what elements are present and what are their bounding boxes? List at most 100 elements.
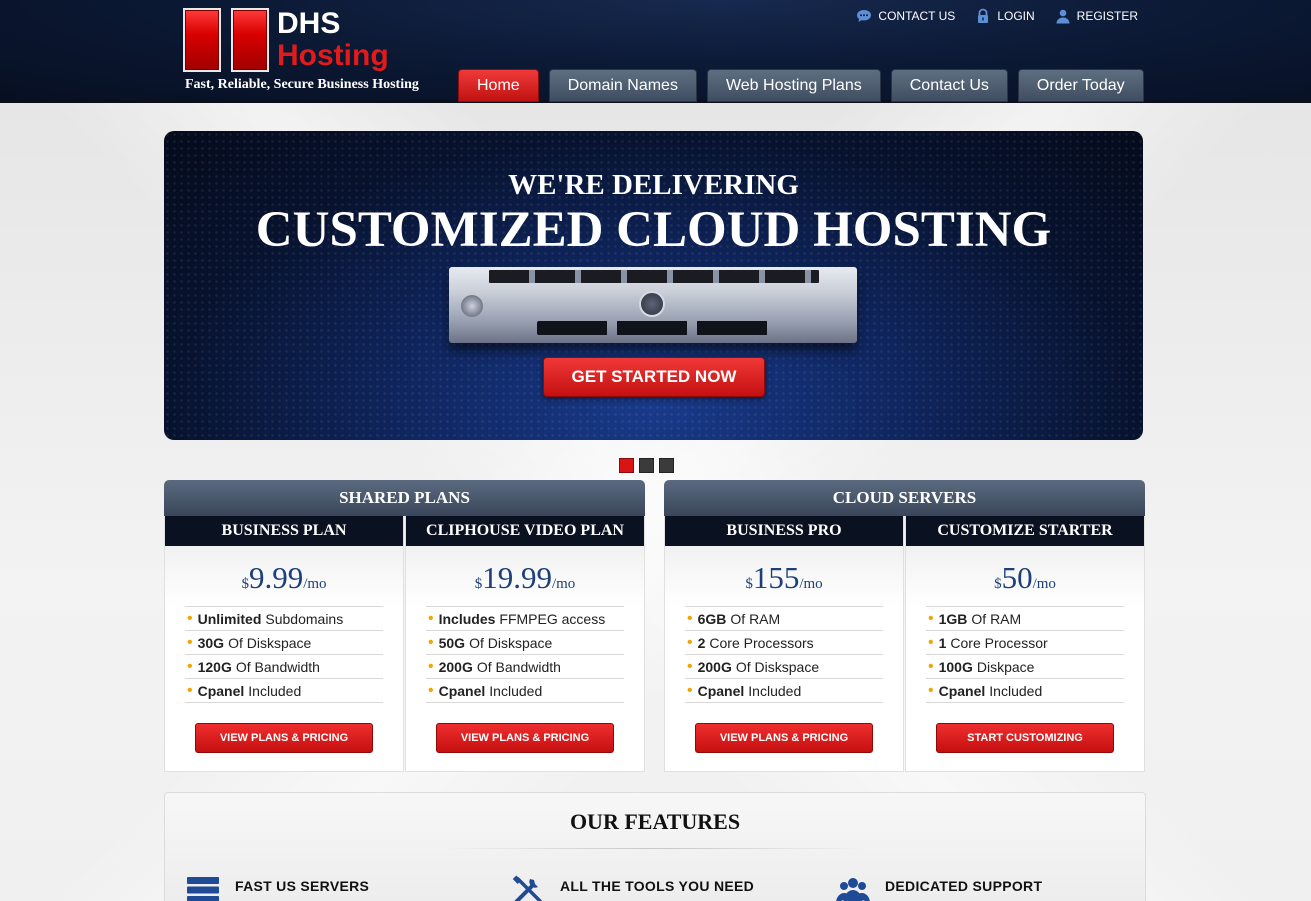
contact-us-link-label: CONTACT US	[878, 9, 956, 23]
top-links: CONTACT US LOGIN REGISTER	[856, 8, 1138, 24]
login-link[interactable]: LOGIN	[975, 8, 1035, 24]
logo-text-dhs: DHS	[277, 7, 341, 40]
server-drive-bays	[489, 270, 819, 283]
group-title: SHARED PLANS	[164, 480, 645, 516]
features-divider	[445, 848, 865, 849]
register-link-label: REGISTER	[1076, 9, 1138, 23]
features-section: OUR FEATURES FAST US SERVERS ALL THE TOO…	[164, 792, 1146, 901]
server-image	[449, 267, 857, 343]
bullet-icon: •	[187, 681, 193, 699]
feature-item: • 100G Diskpace	[926, 655, 1124, 679]
server-vents	[537, 321, 777, 335]
price-currency: $	[994, 576, 1002, 592]
bullet-icon: •	[187, 609, 193, 627]
people-icon	[836, 878, 870, 901]
bullet-icon: •	[428, 657, 434, 675]
feature-item: • 200G Of Bandwidth	[426, 655, 624, 679]
server-brand-badge	[639, 291, 665, 317]
feature-item: • Cpanel Included	[426, 679, 624, 703]
plan-features: • 1GB Of RAM • 1 Core Processor • 100G Diskpac…	[926, 606, 1124, 703]
feature-item: • 6GB Of RAM	[685, 607, 883, 631]
feature-item: • Cpanel Included	[926, 679, 1124, 703]
login-link-label: LOGIN	[997, 9, 1035, 23]
hero-subheading: WE'RE DELIVERING	[508, 169, 799, 201]
hero-banner: WE'RE DELIVERING CUSTOMIZED CLOUD HOSTIN…	[164, 131, 1143, 440]
slider-dots	[619, 458, 674, 473]
feature-label: DEDICATED SUPPORT	[885, 878, 1043, 894]
logo-tagline: Fast, Reliable, Secure Business Hosting	[185, 77, 419, 92]
feature-label: ALL THE TOOLS YOU NEED	[560, 878, 755, 894]
plan-price: $ 9.99 /mo	[165, 546, 403, 606]
bullet-icon: •	[428, 609, 434, 627]
shared-plans-group: SHARED PLANS BUSINESS PLAN $ 9.99 /mo • U…	[164, 480, 645, 772]
get-started-button[interactable]: GET STARTED NOW	[543, 357, 765, 397]
price-currency: $	[241, 576, 249, 592]
bullet-icon: •	[687, 657, 693, 675]
feature-item: • 1 Core Processor	[926, 631, 1124, 655]
cloud-servers-group: CLOUD SERVERS BUSINESS PRO $ 155 /mo • 6G…	[664, 480, 1145, 772]
price-period: /mo	[799, 576, 823, 592]
price-amount: 19.99	[482, 560, 552, 595]
nav-tab-order-today[interactable]: Order Today	[1017, 69, 1144, 102]
slider-dot-3[interactable]	[659, 458, 674, 473]
feature-fast-servers: FAST US SERVERS	[185, 875, 369, 901]
bullet-icon: •	[428, 633, 434, 651]
price-amount: 50	[1001, 560, 1033, 595]
lock-icon	[978, 8, 989, 23]
plan-name: BUSINESS PRO	[665, 516, 903, 546]
plan-name: CLIPHOUSE VIDEO PLAN	[406, 516, 644, 546]
bullet-icon: •	[928, 681, 934, 699]
plan-features: • Includes FFMPEG access • 50G Of Diskspace …	[426, 606, 624, 703]
feature-item: • 50G Of Diskspace	[426, 631, 624, 655]
price-currency: $	[745, 576, 753, 592]
feature-item: • Cpanel Included	[685, 679, 883, 703]
nav-tab-web-hosting-plans[interactable]: Web Hosting Plans	[706, 69, 881, 102]
main-nav: Home Domain Names Web Hosting Plans Cont…	[458, 69, 1144, 102]
feature-item: • 2 Core Processors	[685, 631, 883, 655]
site-header: DHS Hosting Fast, Reliable, Secure Busin…	[0, 0, 1311, 103]
nav-tab-home[interactable]: Home	[458, 69, 539, 102]
plan-name: BUSINESS PLAN	[165, 516, 403, 546]
plan-name: CUSTOMIZE STARTER	[906, 516, 1144, 546]
feature-label: FAST US SERVERS	[235, 878, 370, 894]
user-icon	[1056, 9, 1070, 24]
price-period: /mo	[551, 576, 576, 592]
logo-mark-left	[183, 8, 221, 72]
bullet-icon: •	[428, 681, 434, 699]
price-currency: $	[474, 576, 483, 592]
view-plans-button[interactable]: VIEW PLANS & PRICING	[695, 723, 873, 753]
bullet-icon: •	[687, 609, 693, 627]
slider-dot-2[interactable]	[639, 458, 654, 473]
bullet-icon: •	[187, 657, 193, 675]
price-period: /mo	[303, 576, 327, 592]
bullet-icon: •	[928, 609, 934, 627]
logo-mark-right	[231, 8, 269, 72]
nav-tab-domain-names[interactable]: Domain Names	[548, 69, 697, 102]
bullet-icon: •	[928, 633, 934, 651]
feature-support: DEDICATED SUPPORT	[835, 875, 1042, 901]
site-logo[interactable]: DHS Hosting Fast, Reliable, Secure Busin…	[183, 8, 443, 98]
tools-icon	[512, 875, 542, 901]
logo-text-hosting: Hosting	[277, 39, 389, 72]
start-customizing-button[interactable]: START CUSTOMIZING	[936, 723, 1114, 753]
view-plans-button[interactable]: VIEW PLANS & PRICING	[436, 723, 614, 753]
feature-item: • 120G Of Bandwidth	[185, 655, 383, 679]
register-link[interactable]: REGISTER	[1055, 8, 1138, 24]
plan-price: $ 50 /mo	[906, 546, 1144, 606]
plan-features: • Unlimited Subdomains • 30G Of Diskspace • 1…	[185, 606, 383, 703]
group-title: CLOUD SERVERS	[664, 480, 1145, 516]
view-plans-button[interactable]: VIEW PLANS & PRICING	[195, 723, 373, 753]
bullet-icon: •	[928, 657, 934, 675]
bullet-icon: •	[687, 681, 693, 699]
plan-card: CLIPHOUSE VIDEO PLAN $ 19.99 /mo • Includ…	[405, 516, 645, 772]
nav-tab-contact-us[interactable]: Contact Us	[890, 69, 1008, 102]
plan-price: $ 155 /mo	[665, 546, 903, 606]
features-title: OUR FEATURES	[569, 809, 741, 834]
price-period: /mo	[1032, 576, 1056, 592]
bullet-icon: •	[187, 633, 193, 651]
feature-item: • 30G Of Diskspace	[185, 631, 383, 655]
slider-dot-1[interactable]	[619, 458, 634, 473]
feature-item: • 1GB Of RAM	[926, 607, 1124, 631]
contact-us-link[interactable]: CONTACT US	[856, 8, 955, 24]
plan-card: BUSINESS PLAN $ 9.99 /mo • Unlimited Subdo…	[164, 516, 404, 772]
